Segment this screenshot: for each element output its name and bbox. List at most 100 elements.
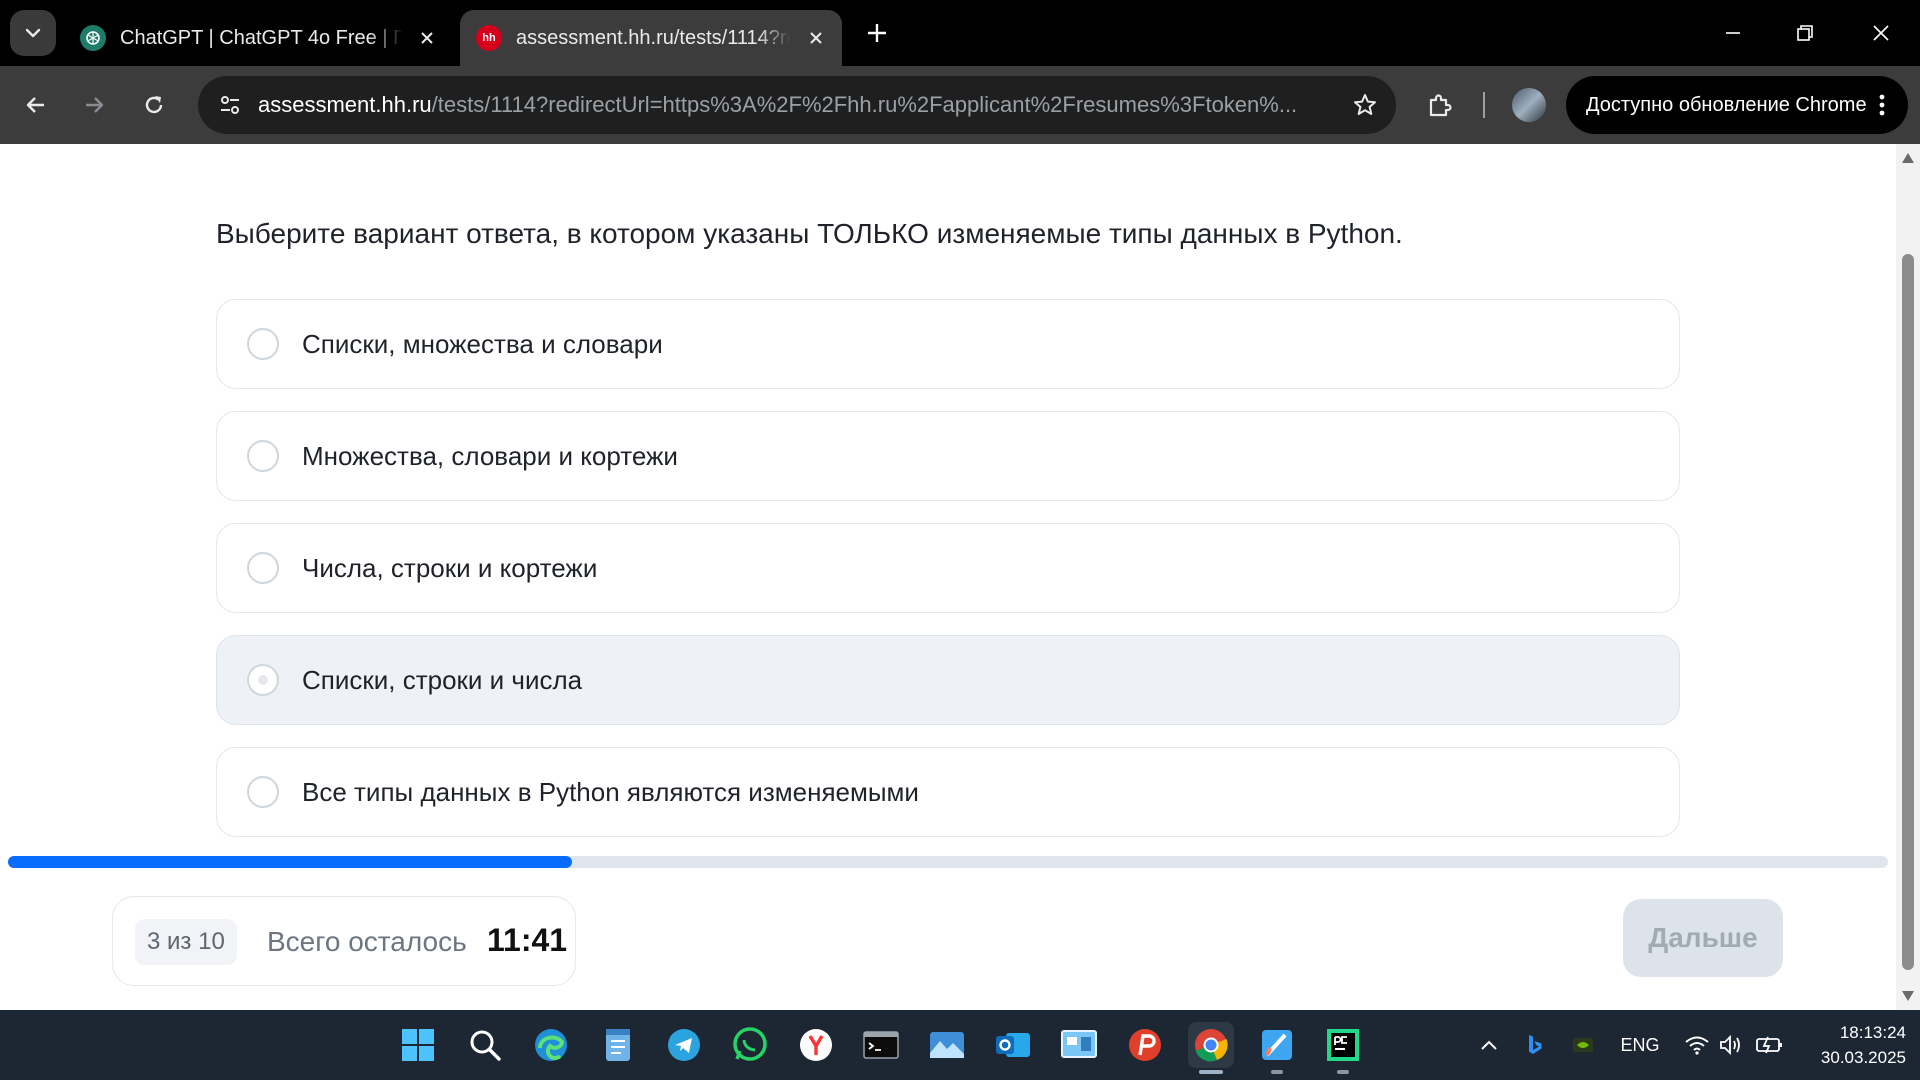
back-button[interactable] xyxy=(14,83,58,127)
new-tab-button[interactable] xyxy=(860,16,894,50)
scroll-down-icon[interactable] xyxy=(1901,990,1915,1002)
taskbar-photos[interactable] xyxy=(924,1022,970,1068)
close-tab-icon[interactable] xyxy=(805,27,826,49)
taskbar-telegram[interactable] xyxy=(661,1022,707,1068)
answer-option[interactable]: Числа, строки и кортежи xyxy=(216,523,1680,613)
test-status-panel: 3 из 10 Всего осталось 11:41 xyxy=(112,896,576,986)
radio-button[interactable] xyxy=(247,440,279,472)
answer-option-label: Числа, строки и кортежи xyxy=(302,553,598,583)
running-indicator xyxy=(1271,1070,1283,1074)
page-scrollbar[interactable] xyxy=(1896,144,1920,1010)
site-settings-icon[interactable] xyxy=(212,88,248,122)
time-remaining-label: Всего осталось xyxy=(267,926,467,957)
radio-button[interactable] xyxy=(247,328,279,360)
start-button[interactable] xyxy=(395,1022,441,1068)
taskbar-outlook[interactable] xyxy=(990,1022,1036,1068)
arrow-left-icon xyxy=(26,97,44,113)
language-indicator[interactable]: ENG xyxy=(1616,1030,1664,1060)
chatgpt-icon xyxy=(80,25,106,51)
question-text: Выберите вариант ответа, в котором указа… xyxy=(216,218,1403,249)
paint-icon xyxy=(1262,1030,1292,1060)
arrow-right-icon xyxy=(86,97,104,113)
restore-button[interactable] xyxy=(1782,10,1828,56)
radio-button[interactable] xyxy=(247,776,279,808)
taskbar-yandex-browser[interactable] xyxy=(793,1022,839,1068)
bing-tray-icon[interactable] xyxy=(1520,1030,1550,1060)
toolbar-divider xyxy=(1483,92,1485,118)
close-icon xyxy=(1873,25,1889,41)
progress-fill xyxy=(8,856,572,868)
taskbar-pycharm[interactable] xyxy=(1320,1022,1366,1074)
answer-option-label: Все типы данных в Python являются изменя… xyxy=(302,777,919,807)
outlook-icon xyxy=(996,1033,1030,1057)
browser-toolbar: assessment.hh.ru/tests/1114?redirectUrl=… xyxy=(0,66,1920,144)
url-text[interactable]: assessment.hh.ru/tests/1114?redirectUrl=… xyxy=(258,76,1318,134)
time-remaining-value: 11:41 xyxy=(487,922,568,958)
taskbar-chrome[interactable] xyxy=(1188,1022,1234,1074)
url-host: assessment.hh.ru xyxy=(258,92,432,117)
answer-option-label: Списки, множества и словари xyxy=(302,329,663,359)
scroll-up-icon[interactable] xyxy=(1901,152,1915,164)
minimize-button[interactable] xyxy=(1710,10,1756,56)
minimize-icon xyxy=(1726,32,1740,34)
tab-assessment[interactable]: hh assessment.hh.ru/tests/1114?re xyxy=(460,10,842,66)
reload-icon xyxy=(145,96,163,114)
taskbar-search[interactable] xyxy=(462,1022,508,1068)
answer-option[interactable]: Все типы данных в Python являются изменя… xyxy=(216,747,1680,837)
clock-time: 18:13:24 xyxy=(1839,1023,1906,1042)
forward-button[interactable] xyxy=(72,83,116,127)
answer-option[interactable]: Списки, строки и числа xyxy=(216,635,1680,725)
update-label: Доступно обновление Chrome xyxy=(1586,93,1867,116)
chrome-update-button[interactable]: Доступно обновление Chrome xyxy=(1566,76,1908,134)
tab-chatgpt[interactable]: ChatGPT | ChatGPT 4o Free | По xyxy=(64,10,454,66)
bing-icon xyxy=(1529,1035,1542,1054)
reload-button[interactable] xyxy=(132,83,176,127)
radio-button[interactable] xyxy=(247,552,279,584)
answer-option-label: Списки, строки и числа xyxy=(302,665,583,695)
notepad-icon xyxy=(606,1029,630,1061)
taskbar-edge[interactable] xyxy=(528,1022,574,1068)
running-indicator xyxy=(1199,1070,1223,1074)
puzzle-icon xyxy=(1429,94,1452,117)
radio-button[interactable] xyxy=(247,664,279,696)
taskbar-paint[interactable] xyxy=(1254,1022,1300,1074)
tab-strip: ChatGPT | ChatGPT 4o Free | По hh assess… xyxy=(0,0,1920,66)
tab-search-button[interactable] xyxy=(10,10,56,56)
page-content: Выберите вариант ответа, в котором указа… xyxy=(0,144,1920,1010)
answer-option-label: Множества, словари и кортежи xyxy=(302,441,678,471)
more-menu-icon[interactable] xyxy=(1870,88,1894,122)
taskbar-control-panel[interactable] xyxy=(1056,1022,1102,1068)
battery-icon[interactable] xyxy=(1752,1030,1786,1060)
show-hidden-icons-button[interactable] xyxy=(1474,1030,1504,1060)
system-clock[interactable]: 18:13:24 30.03.2025 xyxy=(1800,1020,1906,1070)
address-bar[interactable]: assessment.hh.ru/tests/1114?redirectUrl=… xyxy=(198,76,1396,134)
answer-option[interactable]: Списки, множества и словари xyxy=(216,299,1680,389)
extensions-button[interactable] xyxy=(1418,83,1462,127)
bookmark-star-icon[interactable] xyxy=(1348,88,1382,122)
progress-bar xyxy=(8,856,1888,868)
profile-avatar[interactable] xyxy=(1512,88,1546,122)
taskbar-psiphon[interactable] xyxy=(1122,1022,1168,1068)
close-window-button[interactable] xyxy=(1858,10,1904,56)
taskbar-notepad[interactable] xyxy=(595,1022,641,1068)
taskbar-whatsapp[interactable] xyxy=(727,1022,773,1068)
psiphon-icon xyxy=(1129,1029,1161,1061)
volume-icon[interactable] xyxy=(1716,1030,1746,1060)
start-icon xyxy=(402,1029,434,1061)
question-counter: 3 из 10 xyxy=(135,919,237,965)
search-icon xyxy=(470,1030,501,1061)
telegram-icon xyxy=(668,1029,700,1061)
answer-option[interactable]: Множества, словари и кортежи xyxy=(216,411,1680,501)
hh-icon: hh xyxy=(476,25,502,51)
next-button[interactable]: Дальше xyxy=(1623,899,1783,977)
running-indicator xyxy=(1337,1070,1349,1074)
nvidia-tray-icon[interactable] xyxy=(1568,1030,1598,1060)
clock-date: 30.03.2025 xyxy=(1820,1048,1906,1067)
close-tab-icon[interactable] xyxy=(417,27,438,49)
edge-icon xyxy=(535,1029,567,1061)
chevron-up-icon xyxy=(1481,1040,1497,1050)
taskbar-terminal[interactable] xyxy=(858,1022,904,1068)
nvidia-icon xyxy=(1573,1038,1593,1052)
scrollbar-thumb[interactable] xyxy=(1902,254,1914,970)
wifi-icon[interactable] xyxy=(1682,1030,1712,1060)
